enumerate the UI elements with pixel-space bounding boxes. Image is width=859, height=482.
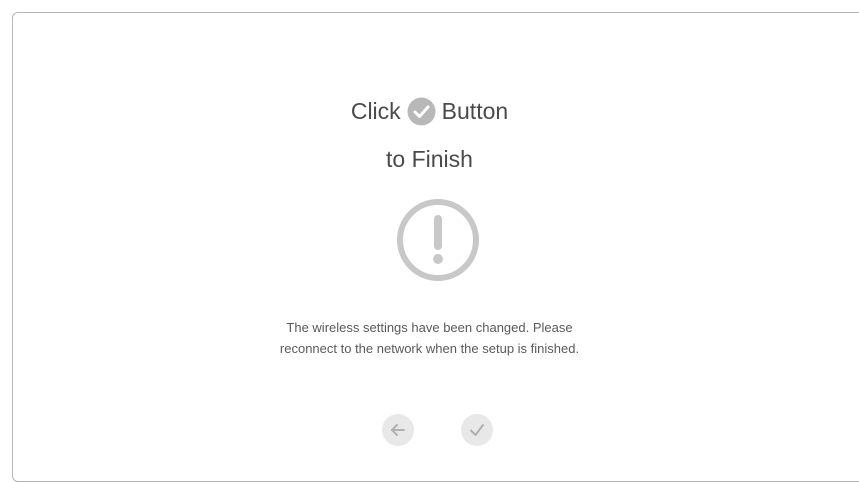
finish-button[interactable] [461, 414, 493, 446]
title-click-text: Click [350, 98, 401, 124]
exclamation-circle-icon [395, 197, 481, 283]
check-icon [467, 420, 487, 440]
arrow-left-icon [388, 420, 408, 440]
page-title: Click Button [0, 96, 859, 126]
info-message: The wireless settings have been changed.… [0, 317, 859, 359]
info-message-line-2: reconnect to the network when the setup … [279, 341, 580, 356]
page-subtitle: to Finish [386, 146, 473, 172]
info-message-line-1: The wireless settings have been changed.… [286, 320, 573, 335]
title-button-text: Button [441, 98, 509, 124]
back-button[interactable] [382, 414, 414, 446]
check-circle-icon [407, 97, 436, 126]
